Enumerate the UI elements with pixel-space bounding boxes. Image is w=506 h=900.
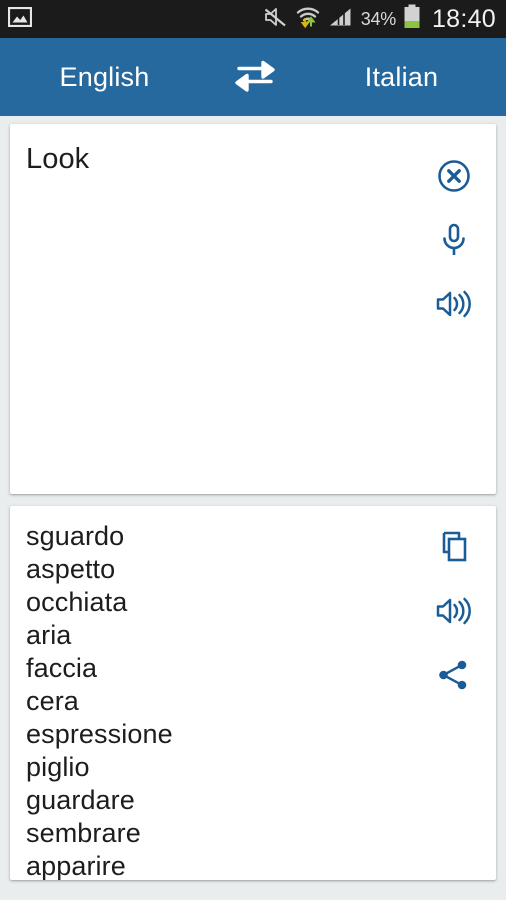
image-icon (7, 6, 33, 32)
share-icon (437, 659, 471, 696)
swap-horizontal-icon (233, 58, 277, 97)
status-bar-notifications (7, 6, 33, 32)
swap-languages-button[interactable] (219, 58, 291, 97)
source-text-input[interactable]: Look (26, 141, 406, 179)
translation-item[interactable]: espressione (26, 718, 404, 751)
target-language-button[interactable]: Italian (291, 62, 506, 93)
translation-item[interactable]: apparire (26, 850, 404, 880)
source-language-button[interactable]: English (0, 62, 219, 93)
language-selector-bar: English Italian (0, 38, 506, 116)
close-circle-icon (437, 159, 471, 198)
source-card-actions (412, 147, 496, 339)
speak-button[interactable] (422, 582, 486, 645)
share-button[interactable] (422, 646, 486, 709)
translation-item[interactable]: cera (26, 685, 404, 718)
source-text-card-body: Look (10, 124, 496, 494)
translation-item[interactable]: sembrare (26, 817, 404, 850)
status-bar-clock: 18:40 (431, 4, 496, 33)
source-text-card: Look (10, 124, 496, 494)
speaker-icon (435, 288, 473, 325)
translation-result-card: sguardo aspetto occhiata aria faccia cera espr… (10, 506, 496, 880)
cellular-signal-icon (328, 6, 354, 33)
app-root: 34% 18:40 English Italian Look sguardo a… (0, 0, 506, 900)
copy-button[interactable] (422, 518, 486, 581)
translation-result-card-body: sguardo aspetto occhiata aria faccia cera espr… (10, 506, 496, 880)
volume-muted-icon (263, 6, 288, 33)
status-bar-indicators: 34% 18:40 (263, 4, 496, 34)
translation-item[interactable]: piglio (26, 751, 404, 784)
translation-item[interactable]: aspetto (26, 553, 404, 586)
battery-icon (403, 4, 421, 34)
speak-button[interactable] (422, 275, 486, 338)
translation-item[interactable]: sguardo (26, 520, 404, 553)
translation-item[interactable]: occhiata (26, 586, 404, 619)
translation-item[interactable]: faccia (26, 652, 404, 685)
microphone-icon (438, 222, 470, 263)
translation-list: sguardo aspetto occhiata aria faccia cera espr… (26, 520, 404, 880)
translation-item[interactable]: guardare (26, 784, 404, 817)
status-bar: 34% 18:40 (0, 0, 506, 38)
battery-percent-label: 34% (360, 8, 396, 29)
clear-button[interactable] (422, 147, 486, 210)
result-card-actions (412, 518, 496, 710)
translation-item[interactable]: aria (26, 619, 404, 652)
wifi-transfer-icon (295, 5, 321, 34)
copy-icon (438, 530, 470, 569)
microphone-button[interactable] (422, 211, 486, 274)
speaker-icon (435, 595, 473, 632)
